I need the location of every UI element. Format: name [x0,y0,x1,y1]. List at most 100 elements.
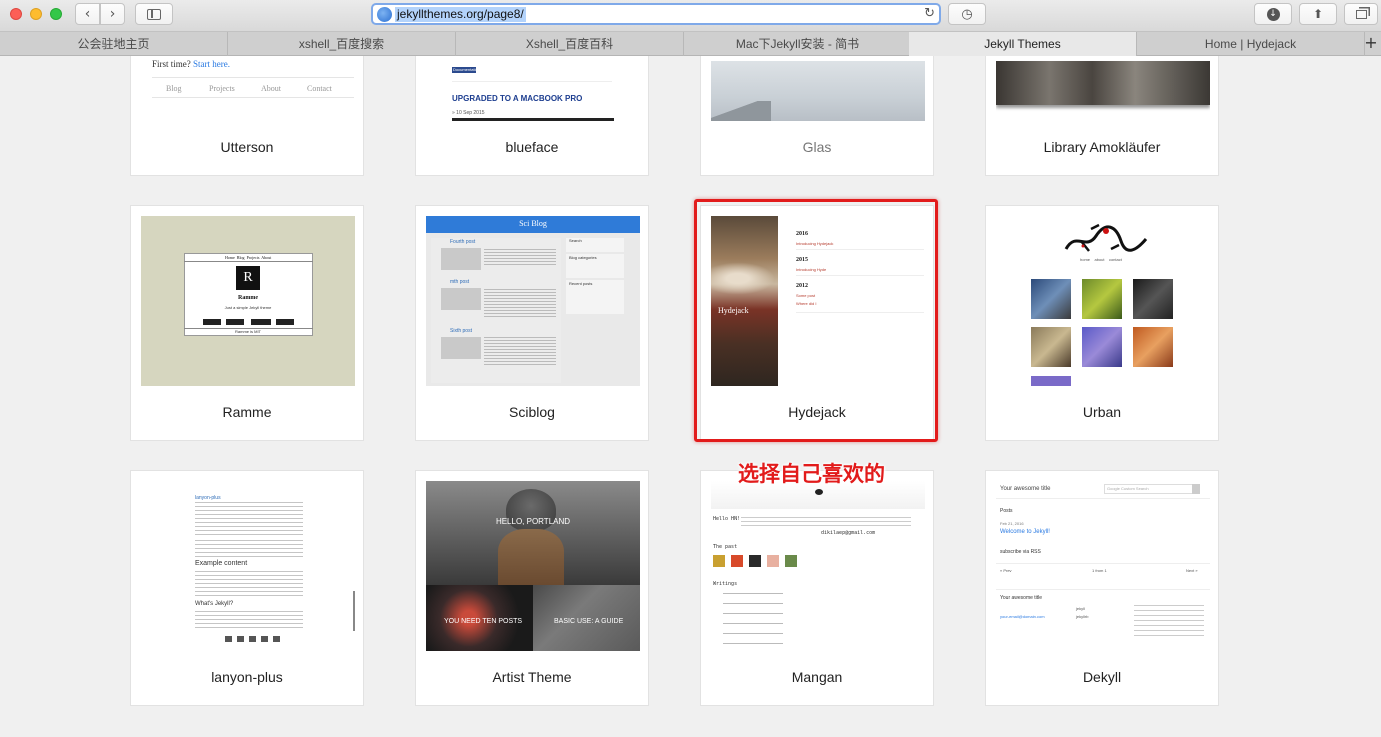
theme-card-blueface[interactable]: Documentation UPGRADED TO A MACBOOK PRO … [415,56,649,176]
thumb-twitter: jekyllrb [1076,614,1089,619]
theme-thumbnail[interactable]: HELLO, PORTLAND YOU NEED TEN POSTS BASIC… [426,481,640,651]
thumb-widget: Blog categories [569,255,597,260]
minimize-window-button[interactable] [30,8,42,20]
thumb-post: Welcome to Jekyll! [1000,529,1050,535]
thumb-widget: Recent posts [569,281,593,286]
tab-xshell-baike[interactable]: Xshell_百度百科 [456,32,684,56]
thumb-post: Sixth post [450,328,472,334]
thumb-footer-title: Your awesome title [1000,595,1043,601]
theme-thumbnail[interactable]: Home Blog Projects About R Ramme Just a … [141,216,355,386]
tab-jekyll-install[interactable]: Mac下Jekyll安装 - 简书 [684,32,912,56]
annotation-label: 选择自己喜欢的 [738,462,885,486]
thumb-title: Sci Blog [519,219,547,228]
thumb-logo: R [236,266,260,290]
thumb-link: Start here. [193,59,230,69]
thumb-nav-about: About [261,255,272,260]
forward-button[interactable]: › [100,3,125,25]
reload-icon[interactable]: ↻ [924,6,935,21]
thumb-post: Fourth post [450,239,476,245]
thumb-date: Feb 21, 2016 [1000,521,1024,526]
thumb-email: dikilaep@gmail.com [821,530,876,536]
theme-name[interactable]: Dekyll [986,669,1218,685]
back-button[interactable]: ‹ [75,3,100,25]
close-window-button[interactable] [10,8,22,20]
theme-name[interactable]: lanyon-plus [131,669,363,685]
theme-thumbnail[interactable]: lanyon-plus Example content What's Jekyl… [141,481,355,651]
theme-thumbnail[interactable]: First time? Start here. Blog Projects Ab… [141,56,355,121]
selection-highlight-box [694,199,938,442]
show-tabs-button[interactable] [1344,3,1378,25]
thumb-next: Next » [1186,568,1198,573]
sidebar-icon [147,8,161,20]
thumb-nav-contact: contact [1108,257,1122,262]
thumb-hero: HELLO, PORTLAND [495,517,571,526]
share-icon: ⬆ [1312,7,1324,21]
new-tab-button[interactable]: + [1361,32,1381,56]
tab-guild-home[interactable]: 公会驻地主页 [0,32,228,56]
address-bar[interactable]: jekyllthemes.org/page8/ ↻ [371,3,941,25]
thumb-footer: Ramme is MIT [235,329,261,334]
theme-name[interactable]: blueface [416,139,648,155]
thumb-headline: UPGRADED TO A MACBOOK PRO [452,94,583,103]
thumb-search: Google Custom Search [1107,486,1149,491]
tab-jekyll-themes[interactable]: Jekyll Themes [909,32,1137,56]
downloads-button[interactable]: ↓ [1254,3,1292,25]
globe-icon [377,7,392,22]
thumb-heading: Example content [195,560,248,567]
thumb-title: lanyon-plus [195,495,221,501]
theme-thumbnail[interactable] [711,56,925,121]
theme-card-library-amoklaufer[interactable]: Library Amokläufer [985,56,1219,176]
theme-card-artist-theme[interactable]: HELLO, PORTLAND YOU NEED TEN POSTS BASIC… [415,470,649,706]
thumb-github: jekyll [1076,606,1085,611]
thumb-post: BASIC USE: A GUIDE [554,618,624,625]
theme-card-ramme[interactable]: Home Blog Projects About R Ramme Just a … [130,205,364,441]
theme-gallery: First time? Start here. Blog Projects Ab… [0,56,1381,737]
thumb-email: your-email@domain.com [1000,614,1045,619]
thumb-text: Hello HN! [713,516,741,522]
theme-thumbnail[interactable]: home about contact [996,216,1210,386]
history-button[interactable]: ◷ [948,3,986,25]
theme-name[interactable]: Mangan [701,669,933,685]
thumb-date: » 10 Sep 2015 [452,110,485,116]
thumb-prev: « Prev [1000,568,1012,573]
theme-name[interactable]: Urban [986,404,1218,420]
tab-hydejack-home[interactable]: Home | Hydejack [1137,32,1365,56]
thumb-heading: Posts [1000,508,1013,514]
theme-name[interactable]: Glas [701,139,933,155]
sidebar-button[interactable] [135,3,173,25]
browser-toolbar: ‹ › jekyllthemes.org/page8/ ↻ ◷ ↓ ⬆ [0,0,1381,32]
thumb-heading: What's Jekyll? [195,601,234,607]
theme-thumbnail[interactable]: Your awesome title Google Custom Search … [996,481,1210,651]
theme-card-mangan[interactable]: Hello HN! dikilaep@gmail.com The past Wr… [700,470,934,706]
theme-name[interactable]: Artist Theme [416,669,648,685]
thumb-post: mth post [450,279,470,285]
theme-card-utterson[interactable]: First time? Start here. Blog Projects Ab… [130,56,364,176]
url-text[interactable]: jekyllthemes.org/page8/ [395,7,526,22]
theme-card-dekyll[interactable]: Your awesome title Google Custom Search … [985,470,1219,706]
thumb-subtitle: Just a simple Jekyll theme [224,305,272,310]
plus-icon: + [1364,33,1378,52]
theme-thumbnail[interactable]: Sci Blog Fourth post mth post Sixth post… [426,216,640,386]
tab-bar: 公会驻地主页 xshell_百度搜索 Xshell_百度百科 Mac下Jekyl… [0,32,1381,56]
theme-thumbnail[interactable]: Documentation UPGRADED TO A MACBOOK PRO … [426,56,640,121]
thumb-nav-blog: Blog [166,84,182,93]
chevron-right-icon: › [109,6,116,22]
theme-name[interactable]: Utterson [131,139,363,155]
theme-card-urban[interactable]: home about contact Urban [985,205,1219,441]
share-button[interactable]: ⬆ [1299,3,1337,25]
theme-name[interactable]: Sciblog [416,404,648,420]
theme-thumbnail[interactable] [996,56,1210,121]
tab-xshell-search[interactable]: xshell_百度搜索 [228,32,456,56]
chevron-left-icon: ‹ [84,6,91,22]
theme-name[interactable]: Ramme [131,404,363,420]
theme-card-glas[interactable]: Glas [700,56,934,176]
thumb-nav-projects: Projects [209,84,235,93]
thumb-nav-contact: Contact [307,84,332,93]
thumb-nav-projects: Projects [246,255,260,260]
theme-name[interactable]: Library Amokläufer [986,139,1218,155]
theme-card-lanyon-plus[interactable]: lanyon-plus Example content What's Jekyl… [130,470,364,706]
theme-thumbnail[interactable]: Hello HN! dikilaep@gmail.com The past Wr… [711,481,925,651]
thumb-text: Writings [713,581,738,587]
theme-card-sciblog[interactable]: Sci Blog Fourth post mth post Sixth post… [415,205,649,441]
zoom-window-button[interactable] [50,8,62,20]
